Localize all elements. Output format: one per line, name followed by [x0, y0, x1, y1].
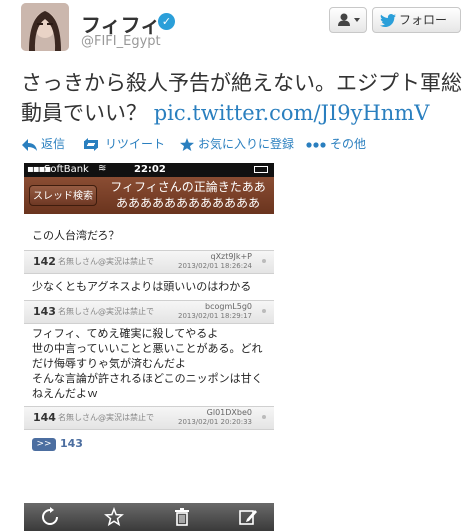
phone-status-bar: ▪▪▪▪ SoftBank ≋ 22:02 [24, 163, 274, 177]
attached-photo[interactable]: ▪▪▪▪ SoftBank ≋ 22:02 スレッド検索 フィフィさんの正論きた… [24, 163, 274, 531]
more-label: その他 [330, 137, 367, 151]
reply-icon [22, 138, 37, 151]
thread-search-back-button[interactable]: スレッド検索 [29, 185, 97, 206]
post-number: 143 [33, 305, 56, 318]
poster-name: 名無しさん@実況は禁止で [58, 413, 154, 422]
post-number: 142 [33, 255, 56, 268]
post-meta-142: 142 名無しさん@実況は禁止で qXzt9Jk+P 2013/02/01 18… [24, 250, 274, 274]
post-line: そんな言論が許されるほどこのニッポンは甘く [32, 372, 263, 385]
post-line: だけ侮辱すりゃ気が済むんだよ [32, 357, 186, 370]
post-number: 144 [33, 411, 56, 424]
reply-anchor-badge[interactable]: >> [32, 438, 56, 451]
star-icon[interactable] [104, 507, 124, 527]
user-actions-button[interactable] [329, 7, 367, 33]
user-handle[interactable]: @FIFI_Egypt [81, 34, 161, 49]
post-line: 世の中言っていいことと悪いことがある。どれ [32, 342, 263, 355]
post-time: 2013/02/01 18:29:17 [177, 312, 252, 320]
battery-icon [254, 166, 268, 173]
favorite-label: お気に入りに登録 [198, 137, 295, 151]
trash-icon[interactable] [172, 507, 192, 527]
post-143-text: フィフィ、てめえ確実に殺してやるよ 世の中言っていいことと悪いことがある。どれ … [32, 326, 263, 401]
more-action[interactable]: その他 [306, 135, 366, 152]
post-meta-144: 144 名無しさん@実況は禁止で Gl01DXbe0 2013/02/01 20… [24, 406, 274, 430]
menu-dot-icon [262, 415, 266, 419]
menu-dot-icon [262, 309, 266, 313]
verified-badge-icon: ✓ [158, 13, 175, 30]
thread-title-line1: フィフィさんの正論きたああ [110, 180, 266, 194]
phone-toolbar [24, 503, 274, 531]
clock-label: 22:02 [134, 164, 166, 175]
post-line: フィフィ、てめえ確実に殺してやるよ [32, 327, 219, 340]
refresh-icon[interactable] [40, 507, 60, 527]
poster-id: bcogmL5g0 [205, 302, 252, 311]
wifi-icon: ≋ [98, 163, 107, 174]
phone-nav-bar: スレッド検索 フィフィさんの正論きたああ ああああああああああああ [24, 177, 274, 214]
follow-button[interactable]: フォロー [372, 7, 461, 33]
reply-action[interactable]: 返信 [22, 135, 65, 152]
thread-title: フィフィさんの正論きたああ ああああああああああああ [104, 179, 272, 211]
retweet-label: リツイート [105, 137, 166, 151]
carrier-label: SoftBank [44, 164, 89, 175]
post-141-text: この人台湾だろ？ [32, 229, 120, 242]
reply-anchor-number[interactable]: 143 [60, 437, 83, 450]
post-time: 2013/02/01 18:26:24 [177, 262, 252, 270]
user-dropdown-icon [338, 13, 360, 26]
tweet-media-link[interactable]: pic.twitter.com/JI9yHnmV [154, 101, 430, 125]
star-icon [180, 138, 194, 151]
post-142-text: 少なくともアグネスよりは頭いいのはわかる [32, 280, 252, 293]
favorite-action[interactable]: お気に入りに登録 [180, 135, 294, 152]
more-dots-icon [306, 141, 326, 148]
twitter-bird-icon [380, 14, 396, 27]
retweet-action[interactable]: リツイート [81, 135, 165, 152]
post-meta-143: 143 名無しさん@実況は禁止で bcogmL5g0 2013/02/01 18… [24, 300, 274, 324]
post-line: ねえんだよｗ [32, 387, 98, 400]
poster-id: Gl01DXbe0 [206, 408, 252, 417]
poster-id: qXzt9Jk+P [210, 252, 252, 261]
post-time: 2013/02/01 20:20:33 [177, 418, 252, 426]
reply-label: 返信 [41, 137, 66, 151]
thread-title-line2: ああああああああああああ [115, 196, 260, 210]
tweet-text: さっきから殺人予告が絶えない。エジプト軍総動員でいい？ pic.twitter.… [21, 68, 467, 128]
poster-name: 名無しさん@実況は禁止で [58, 257, 154, 266]
compose-icon[interactable] [238, 507, 258, 527]
menu-dot-icon [262, 259, 266, 263]
poster-name: 名無しさん@実況は禁止で [58, 307, 154, 316]
follow-label: フォロー [399, 13, 448, 27]
avatar[interactable] [21, 3, 69, 51]
retweet-icon [84, 138, 98, 151]
